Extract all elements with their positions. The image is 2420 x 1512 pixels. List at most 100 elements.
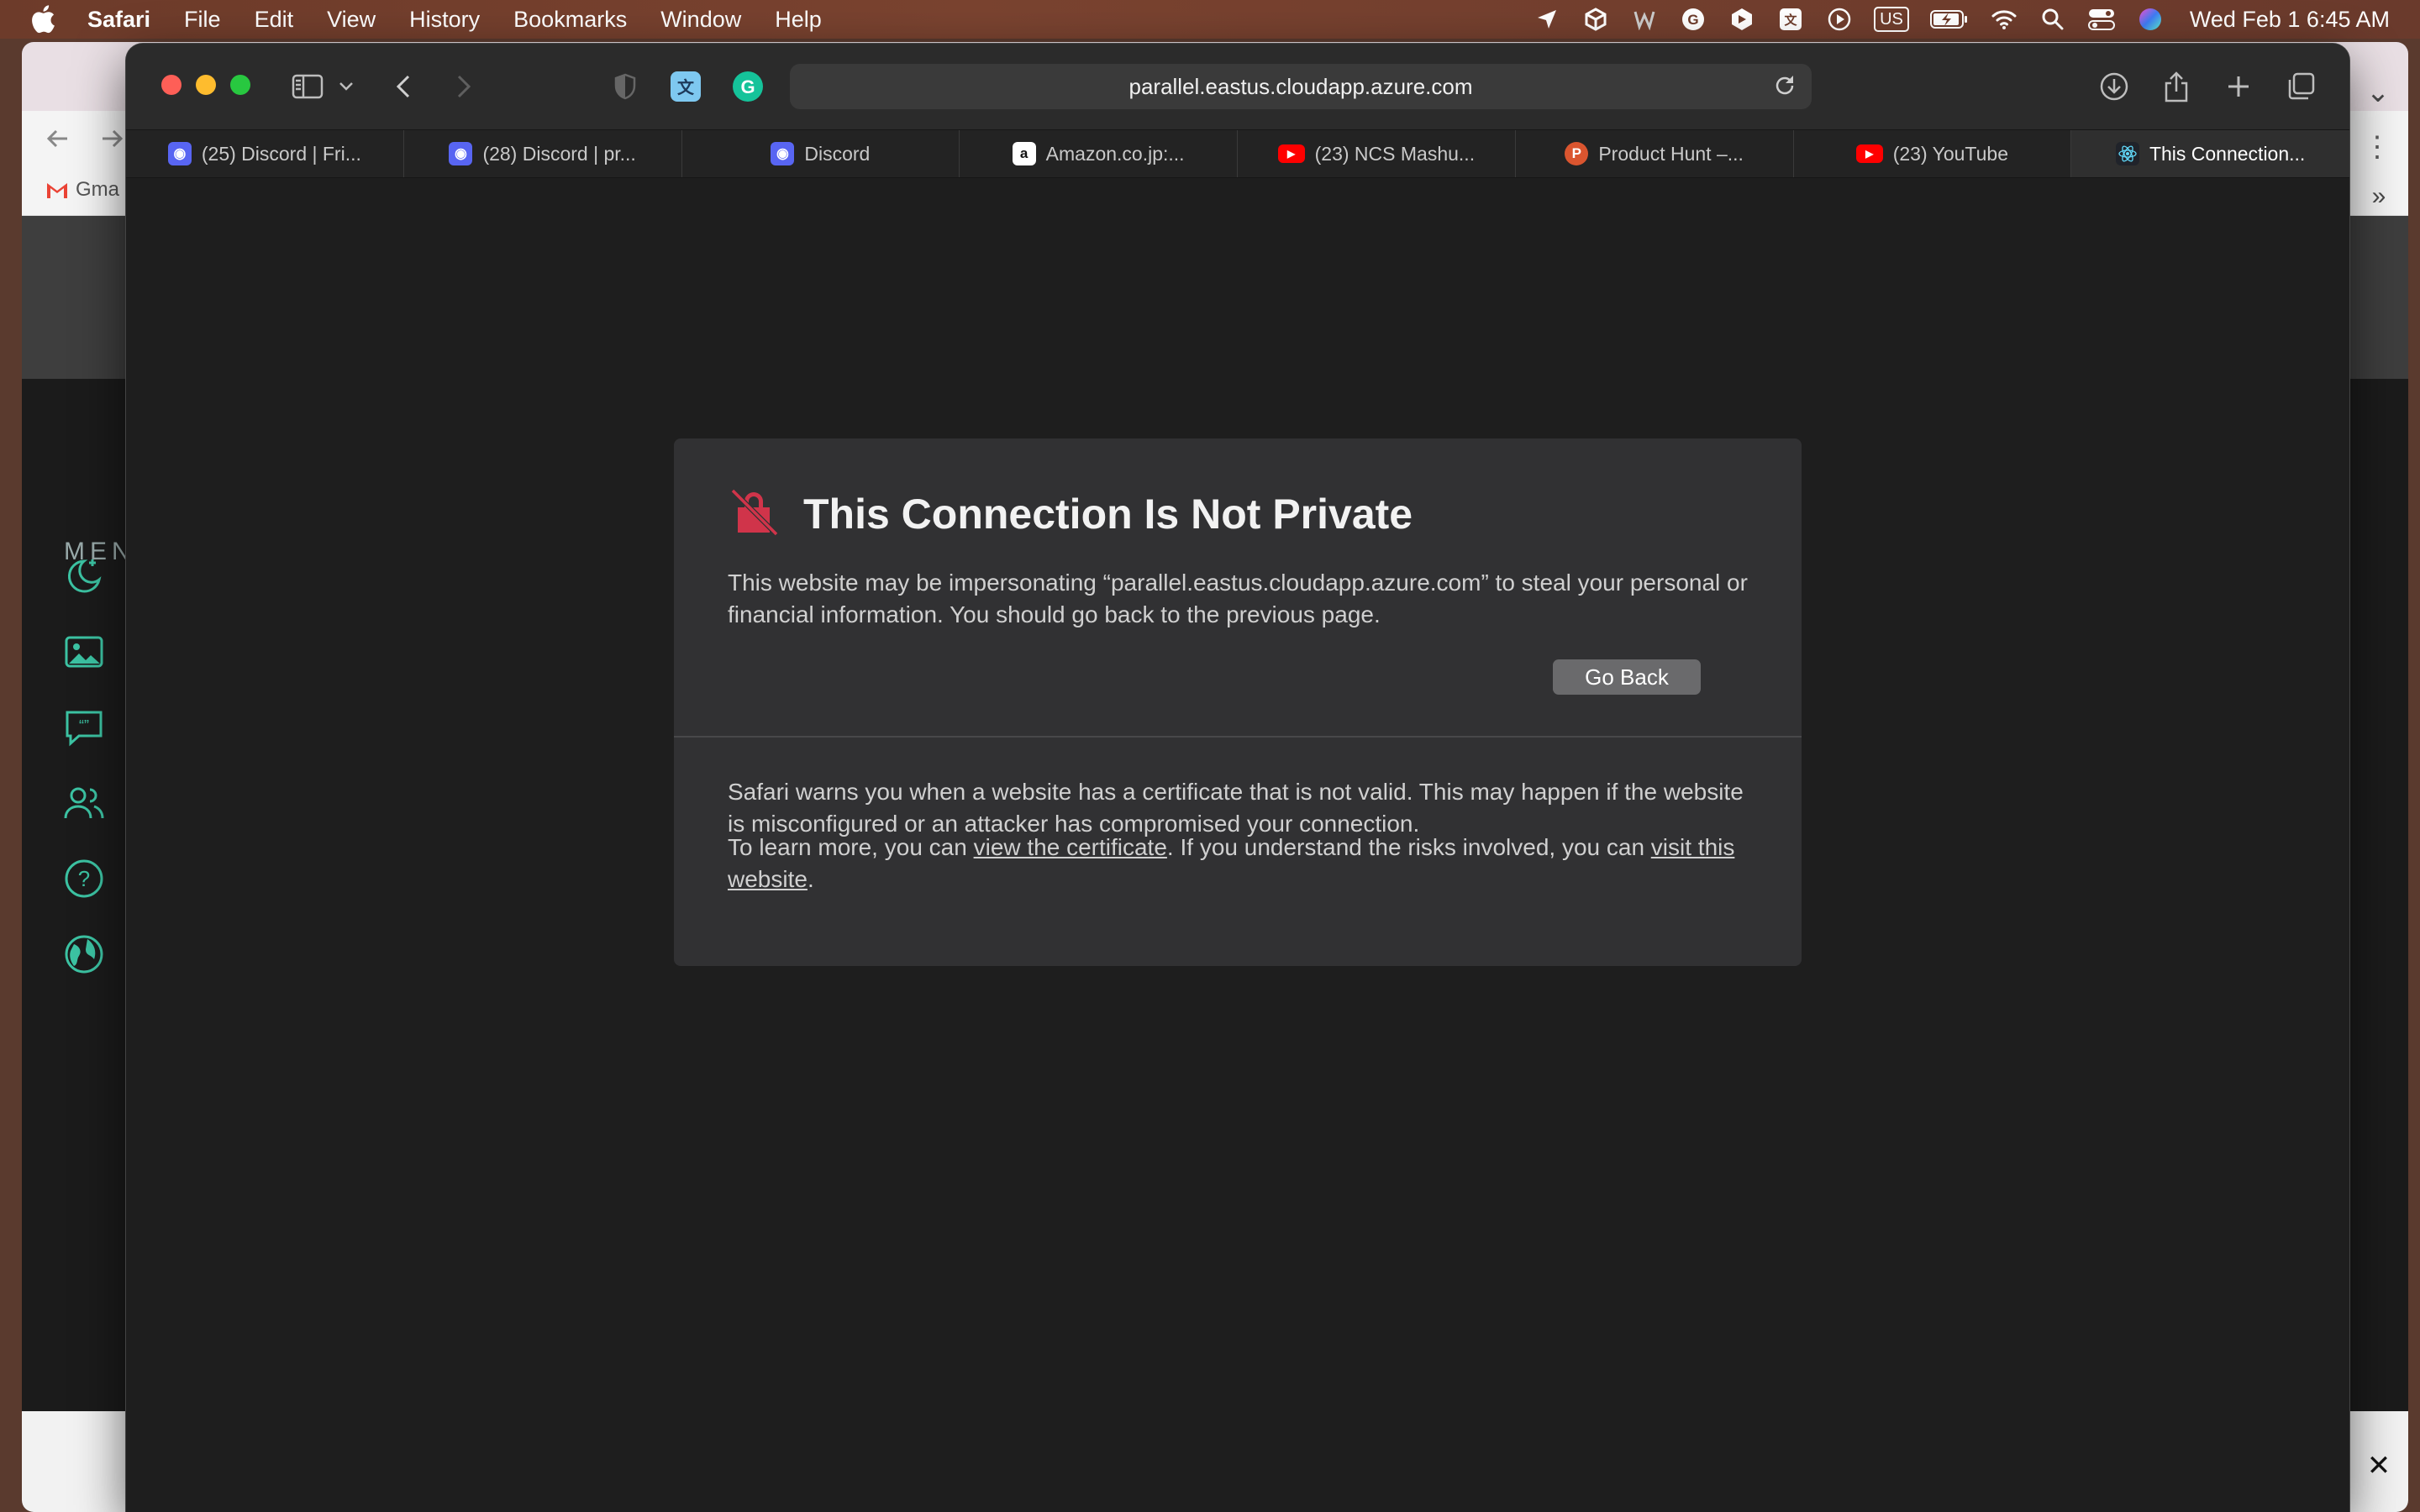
tab-label: (28) Discord | pr... [482,142,636,165]
background-more-icon[interactable]: ⋮ [2356,126,2398,168]
menu-edit[interactable]: Edit [255,7,294,33]
svg-text:G: G [740,76,755,97]
warning-title: This Connection Is Not Private [803,490,1413,538]
forward-chevron-icon[interactable] [449,67,479,106]
quote-bubble-icon[interactable]: “” [62,706,106,749]
tab-this-connection[interactable]: This Connection... [2071,130,2349,177]
spotlight-search-icon[interactable] [2039,5,2067,34]
svg-text:文: 文 [1785,13,1798,28]
wifi-icon[interactable] [1990,5,2018,34]
location-arrow-icon[interactable] [1533,5,1561,34]
menu-app-name[interactable]: Safari [87,7,150,33]
zoom-window-button[interactable] [230,75,250,95]
tab-group-chevron-down-icon[interactable] [336,67,356,106]
youtube-icon: ▶ [1855,144,1883,163]
learn-more-middle: . If you understand the risks involved, … [1166,834,1651,860]
image-icon[interactable] [62,630,106,674]
address-bar-url: parallel.eastus.cloudapp.azure.com [1128,73,1473,99]
back-chevron-icon[interactable] [388,67,418,106]
reload-icon[interactable] [1771,72,1798,105]
menu-view[interactable]: View [327,7,376,33]
broken-lock-warning-icon [728,486,780,542]
menu-bookmarks[interactable]: Bookmarks [513,7,627,33]
tab-amazon[interactable]: a Amazon.co.jp:... [960,130,1238,177]
youtube-icon: ▶ [1277,144,1305,163]
menu-help[interactable]: Help [775,7,822,33]
tab-overview-icon[interactable] [2282,67,2319,106]
input-source-indicator[interactable]: US [1874,7,1909,32]
svg-text:G: G [1687,12,1698,28]
battery-charging-icon[interactable] [1929,5,1970,34]
sidebar-toggle-icon[interactable] [287,67,328,106]
warning-heading: This Connection Is Not Private [728,486,1413,542]
gmail-icon [47,182,67,198]
react-icon [2115,142,2139,165]
svg-text:?: ? [78,866,90,891]
svg-text:“”: “” [79,717,89,734]
discord-icon: ◉ [771,142,795,165]
tab-discord-friends[interactable]: ◉ (25) Discord | Fri... [126,130,404,177]
tab-bar: ◉ (25) Discord | Fri... ◉ (28) Discord |… [126,129,2349,178]
tab-discord-pr[interactable]: ◉ (28) Discord | pr... [404,130,682,177]
tab-label: Product Hunt –... [1598,142,1744,165]
users-icon[interactable] [62,781,106,825]
certificate-warning-panel: This Connection Is Not Private This webs… [674,438,1802,966]
unity-icon[interactable] [1581,5,1610,34]
svg-text:文: 文 [677,77,695,97]
downloads-icon[interactable] [2096,67,2133,106]
tab-product-hunt[interactable]: P Product Hunt –... [1516,130,1794,177]
background-chevron-down-icon[interactable]: ⌄ [2353,67,2403,118]
tab-discord[interactable]: ◉ Discord [682,130,960,177]
tab-label: Discord [804,142,871,165]
tab-label: (23) YouTube [1892,142,2008,165]
safari-window: 文 G parallel.eastus.cloudapp.azure.com ◉… [126,44,2349,1512]
minimize-window-button[interactable] [196,75,216,95]
warning-message: This website may be impersonating “paral… [728,570,1748,627]
panel-divider [674,736,1802,738]
warning-explanation: Safari warns you when a website has a ce… [728,779,1744,837]
go-back-button[interactable]: Go Back [1553,659,1701,695]
privacy-shield-icon[interactable] [608,67,642,106]
menu-bar-clock[interactable]: Wed Feb 1 6:45 AM [2190,7,2390,33]
menu-file[interactable]: File [184,7,221,33]
translate-extension-icon[interactable]: 文 [667,67,704,106]
siri-icon[interactable] [2136,5,2165,34]
apple-logo-icon[interactable] [30,5,55,39]
globe-icon[interactable] [62,932,106,976]
tab-label: Amazon.co.jp:... [1045,142,1185,165]
shortcut-hex-icon[interactable] [1728,5,1756,34]
gmail-bookmark[interactable]: Gma [45,178,119,202]
view-certificate-link[interactable]: view the certificate [974,834,1167,860]
learn-more-suffix: . [807,866,814,892]
moon-stars-icon[interactable] [62,554,106,598]
safari-toolbar: 文 G parallel.eastus.cloudapp.azure.com [126,44,2349,129]
tab-label: This Connection... [2149,142,2306,165]
close-window-button[interactable] [161,75,182,95]
forward-arrow-icon[interactable] [99,126,124,151]
discord-icon: ◉ [167,142,192,165]
play-circle-icon[interactable] [1825,5,1854,34]
producthunt-icon: P [1565,142,1589,165]
menu-history[interactable]: History [409,7,480,33]
share-icon[interactable] [2158,67,2195,106]
creative-cloud-icon[interactable] [1630,5,1659,34]
menu-window[interactable]: Window [660,7,741,33]
menu-bar: Safari File Edit View History Bookmarks … [0,0,2420,39]
address-bar[interactable]: parallel.eastus.cloudapp.azure.com [790,64,1812,109]
background-close-icon[interactable]: ✕ [2358,1445,2400,1487]
tab-ncs-mashup[interactable]: ▶ (23) NCS Mashu... [1238,130,1516,177]
control-center-icon[interactable] [2087,5,2116,34]
tab-youtube[interactable]: ▶ (23) YouTube [1794,130,2072,177]
learn-more-paragraph: To learn more, you can view the certific… [728,832,1753,895]
grammarly-icon[interactable]: G [1679,5,1707,34]
grammarly-extension-icon[interactable]: G [729,67,766,106]
tab-label: (25) Discord | Fri... [201,142,361,165]
back-arrow-icon[interactable] [45,126,71,151]
gmail-bookmark-label: Gma [76,178,120,201]
text-tool-icon[interactable]: 文 [1776,5,1805,34]
window-controls [161,75,265,95]
amazon-icon: a [1012,142,1036,165]
background-overflow-icon[interactable]: » [2358,180,2400,213]
help-circle-icon[interactable]: ? [62,857,106,900]
new-tab-plus-icon[interactable] [2220,67,2257,106]
